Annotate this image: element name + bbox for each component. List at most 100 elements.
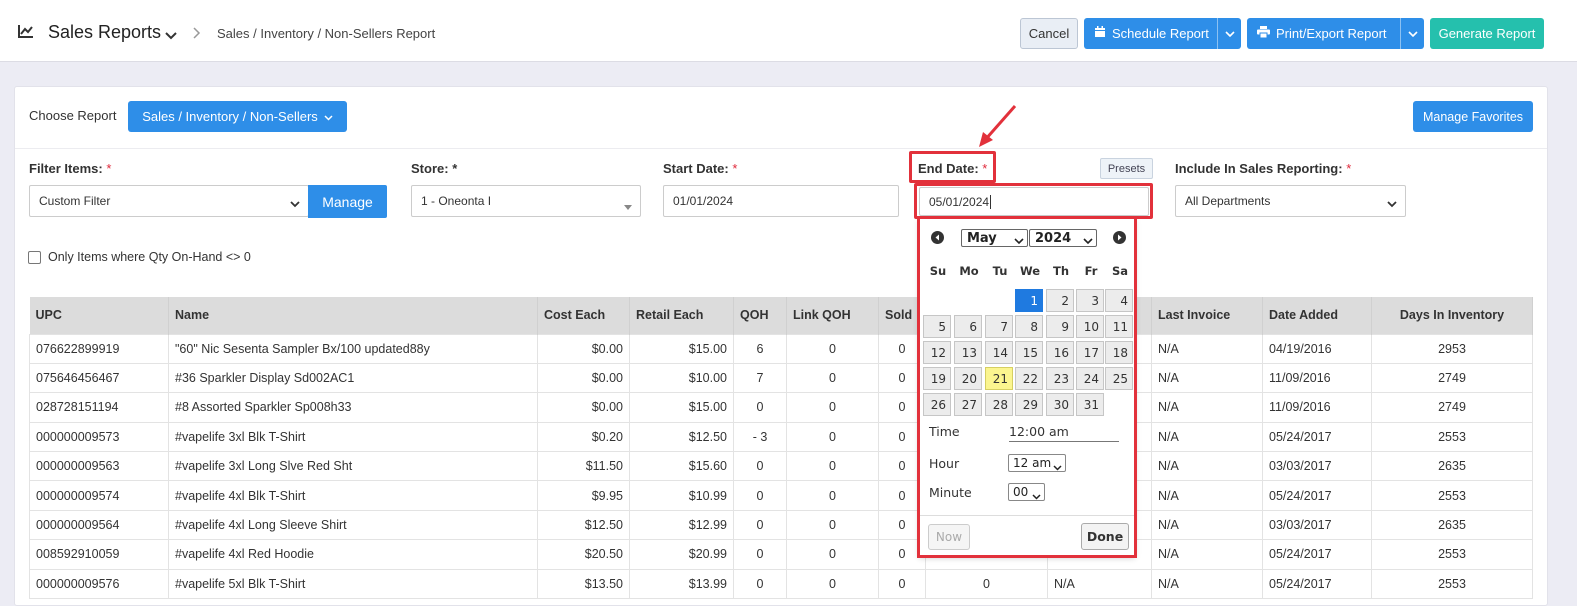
print-export-label: Print/Export Report bbox=[1276, 26, 1387, 41]
table-row[interactable]: 000000009573 #vapelife 3xl Blk T-Shirt $0.… bbox=[29, 421, 1533, 453]
table-cell: 0 bbox=[786, 392, 879, 423]
manage-filter-button[interactable]: Manage bbox=[308, 185, 387, 218]
table-cell: #vapelife 5xl Blk T-Shirt bbox=[168, 568, 538, 600]
store-select[interactable]: 1 - Oneonta I bbox=[411, 185, 641, 217]
table-cell: 2553 bbox=[1371, 480, 1533, 511]
calendar-icon bbox=[1094, 26, 1106, 41]
table-cell: $15.00 bbox=[629, 392, 734, 423]
table-cell: 000000009563 bbox=[29, 451, 169, 482]
table-cell: $0.00 bbox=[537, 362, 630, 394]
table-row[interactable]: 000000009564 #vapelife 4xl Long Sleeve Sh… bbox=[29, 509, 1533, 541]
table-header-row: UPC Name Cost Each Retail Each QOH Link QOH So… bbox=[29, 297, 1533, 334]
only-qty-checkbox-row[interactable]: Only Items where Qty On-Hand <> 0 bbox=[28, 250, 251, 264]
table-cell: N/A bbox=[1151, 509, 1263, 541]
table-cell: $13.99 bbox=[629, 568, 734, 600]
table-cell: N/A bbox=[1151, 421, 1263, 453]
print-export-button[interactable]: Print/Export Report bbox=[1247, 18, 1424, 49]
schedule-report-button[interactable]: Schedule Report bbox=[1084, 18, 1241, 49]
table-cell: $10.99 bbox=[629, 480, 734, 511]
start-date-label-text: Start Date: bbox=[663, 161, 729, 176]
top-header: Sales Reports Sales / Inventory / Non-Se… bbox=[0, 0, 1577, 62]
filter-items-label: Filter Items: * bbox=[29, 161, 111, 176]
table-cell: 076622899919 bbox=[29, 333, 169, 364]
table-cell: $15.00 bbox=[629, 333, 734, 364]
table-cell: 05/24/2017 bbox=[1262, 480, 1372, 511]
include-sales-select[interactable]: All Departments bbox=[1175, 185, 1406, 217]
table-cell: $11.50 bbox=[537, 451, 630, 482]
start-date-input[interactable]: 01/01/2024 bbox=[663, 185, 899, 217]
table-body: 076622899919 "60" Nic Sesenta Sampler Bx/… bbox=[29, 333, 1533, 600]
table-cell: $20.99 bbox=[629, 539, 734, 570]
table-row[interactable]: 075646456467 #36 Sparkler Display Sd002AC… bbox=[29, 362, 1533, 394]
table-cell: #vapelife 3xl Long Slve Red Sht bbox=[168, 451, 538, 482]
printer-icon bbox=[1257, 26, 1270, 41]
table-cell: 03/03/2017 bbox=[1262, 451, 1372, 482]
table-row[interactable]: 000000009574 #vapelife 4xl Blk T-Shirt $9.… bbox=[29, 480, 1533, 511]
generate-report-label: Generate Report bbox=[1438, 26, 1536, 41]
chevron-down-icon bbox=[324, 109, 333, 124]
table-cell: 000000009573 bbox=[29, 421, 169, 453]
table-cell: 2553 bbox=[1371, 539, 1533, 570]
manage-filter-label: Manage bbox=[322, 193, 373, 210]
table-cell: 0 bbox=[878, 568, 926, 600]
table-row[interactable]: 000000009576 #vapelife 5xl Blk T-Shirt $13… bbox=[29, 568, 1533, 600]
table-row[interactable]: 000000009563 #vapelife 3xl Long Slve Red … bbox=[29, 451, 1533, 482]
table-cell: 7 bbox=[733, 362, 787, 394]
table-cell: $13.50 bbox=[537, 568, 630, 600]
table-cell: - 3 bbox=[733, 421, 787, 453]
table-cell: $0.20 bbox=[537, 421, 630, 453]
include-sales-value: All Departments bbox=[1185, 194, 1271, 208]
column-header[interactable]: Name bbox=[168, 297, 538, 334]
table-cell: 11/09/2016 bbox=[1262, 362, 1372, 394]
table-cell: $12.50 bbox=[629, 421, 734, 453]
table-cell: 0 bbox=[786, 451, 879, 482]
table-row[interactable]: 008592910059 #vapelife 4xl Red Hoodie $20.… bbox=[29, 539, 1533, 570]
table-cell: $20.50 bbox=[537, 539, 630, 570]
cancel-label: Cancel bbox=[1028, 26, 1070, 41]
required-mark: * bbox=[106, 161, 112, 176]
required-mark: * bbox=[982, 161, 988, 176]
chevron-down-icon[interactable] bbox=[165, 28, 177, 43]
start-date-value: 01/01/2024 bbox=[673, 194, 734, 208]
table-row[interactable]: 028728151194 #8 Assorted Sparkler Sp008h3… bbox=[29, 392, 1533, 423]
generate-report-button[interactable]: Generate Report bbox=[1430, 18, 1544, 49]
column-header[interactable]: Link QOH bbox=[786, 297, 879, 334]
table-cell: 0 bbox=[733, 568, 787, 600]
table-cell: 05/24/2017 bbox=[1262, 421, 1372, 453]
chevron-down-icon bbox=[1387, 197, 1397, 211]
table-row[interactable]: 076622899919 "60" Nic Sesenta Sampler Bx/… bbox=[29, 333, 1533, 364]
table-cell: 05/24/2017 bbox=[1262, 539, 1372, 570]
chevron-down-icon[interactable] bbox=[1400, 18, 1424, 49]
choose-report-value: Sales / Inventory / Non-Sellers bbox=[142, 109, 318, 124]
table-cell: $9.95 bbox=[537, 480, 630, 511]
column-header[interactable]: Cost Each bbox=[537, 297, 630, 334]
column-header[interactable]: UPC bbox=[29, 297, 169, 334]
only-qty-label: Only Items where Qty On-Hand <> 0 bbox=[48, 250, 251, 264]
table-cell: 0 bbox=[786, 568, 879, 600]
page-title: Sales Reports bbox=[48, 22, 162, 42]
table-cell: 03/03/2017 bbox=[1262, 509, 1372, 541]
choose-report-dropdown[interactable]: Sales / Inventory / Non-Sellers bbox=[128, 101, 347, 132]
column-header[interactable]: Date Added bbox=[1262, 297, 1372, 334]
column-header[interactable]: Retail Each bbox=[629, 297, 734, 334]
start-date-label: Start Date: * bbox=[663, 161, 737, 176]
schedule-report-label: Schedule Report bbox=[1112, 26, 1209, 41]
table-cell: 008592910059 bbox=[29, 539, 169, 570]
cancel-button[interactable]: Cancel bbox=[1020, 18, 1078, 49]
table-cell: 0 bbox=[786, 539, 879, 570]
filter-items-select[interactable]: Custom Filter bbox=[29, 185, 309, 217]
include-sales-label-text: Include In Sales Reporting: bbox=[1175, 161, 1343, 176]
column-header[interactable]: QOH bbox=[733, 297, 787, 334]
column-header[interactable]: Last Invoice bbox=[1151, 297, 1263, 334]
presets-label: Presets bbox=[1107, 162, 1146, 175]
table-cell: 2749 bbox=[1371, 392, 1533, 423]
presets-button[interactable]: Presets bbox=[1100, 158, 1153, 179]
required-mark: * bbox=[452, 161, 458, 176]
chevron-down-icon[interactable] bbox=[1217, 18, 1241, 49]
required-mark: * bbox=[1346, 161, 1352, 176]
column-header[interactable]: Days In Inventory bbox=[1371, 297, 1533, 334]
table-cell: 05/24/2017 bbox=[1262, 568, 1372, 600]
manage-favorites-button[interactable]: Manage Favorites bbox=[1413, 101, 1533, 132]
only-qty-checkbox[interactable] bbox=[28, 250, 41, 264]
breadcrumb: Sales / Inventory / Non-Sellers Report bbox=[217, 26, 436, 41]
